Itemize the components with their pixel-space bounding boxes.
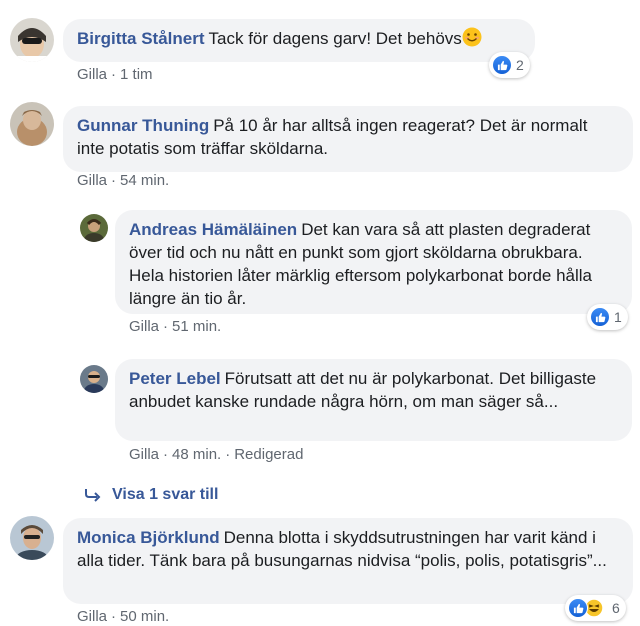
thumbs-up-icon — [590, 307, 610, 327]
like-link[interactable]: Gilla — [129, 318, 159, 335]
comment-bubble: Andreas Hämäläinen Det kan vara så att pl… — [115, 210, 632, 314]
timestamp[interactable]: 1 tim — [120, 66, 153, 83]
reaction-count: 6 — [612, 600, 620, 616]
view-more-replies[interactable]: Visa 1 svar till — [84, 486, 218, 504]
avatar[interactable] — [10, 102, 54, 146]
reply-arrow-icon — [85, 489, 101, 502]
reaction-summary[interactable]: 6 — [565, 595, 626, 621]
avatar[interactable] — [80, 214, 108, 242]
comment-actions: Gilla · 50 min. — [77, 608, 170, 625]
comment-author[interactable]: Monica Björklund — [77, 528, 220, 547]
reaction-summary[interactable]: 2 — [489, 52, 530, 78]
comment-bubble: Gunnar Thuning På 10 år har alltså ingen … — [63, 106, 633, 172]
timestamp[interactable]: 51 min. — [172, 318, 221, 335]
edited-label[interactable]: Redigerad — [234, 446, 303, 463]
comment-bubble: Monica Björklund Denna blotta i skyddsutr… — [63, 518, 633, 604]
reaction-count: 2 — [516, 57, 524, 73]
comment-actions: Gilla · 48 min. · Redigerad — [129, 446, 304, 463]
thumbs-up-icon — [568, 598, 588, 618]
comment-bubble: Peter Lebel Förutsatt att det nu är polyk… — [115, 359, 632, 441]
comment-author[interactable]: Birgitta Stålnert — [77, 29, 205, 48]
reaction-summary[interactable]: 1 — [587, 304, 628, 330]
comment-bubble: Birgitta Stålnert Tack för dagens garv! D… — [63, 19, 535, 62]
like-link[interactable]: Gilla — [77, 608, 107, 625]
comment-actions: Gilla · 1 tim — [77, 66, 153, 83]
timestamp[interactable]: 48 min. — [172, 446, 221, 463]
reaction-count: 1 — [614, 309, 622, 325]
like-link[interactable]: Gilla — [77, 66, 107, 83]
smiling-face-icon — [462, 27, 482, 47]
comment-author[interactable]: Peter Lebel — [129, 369, 221, 388]
avatar[interactable] — [10, 516, 54, 560]
avatar[interactable] — [80, 365, 108, 393]
comment-actions: Gilla · 51 min. — [129, 318, 222, 335]
thumbs-up-icon — [492, 55, 512, 75]
timestamp[interactable]: 54 min. — [120, 172, 169, 189]
comment-author[interactable]: Andreas Hämäläinen — [129, 220, 297, 239]
view-more-label[interactable]: Visa 1 svar till — [112, 486, 218, 504]
comment-author[interactable]: Gunnar Thuning — [77, 116, 209, 135]
timestamp[interactable]: 50 min. — [120, 608, 169, 625]
like-link[interactable]: Gilla — [129, 446, 159, 463]
comment-actions: Gilla · 54 min. — [77, 172, 170, 189]
like-link[interactable]: Gilla — [77, 172, 107, 189]
avatar[interactable] — [10, 18, 54, 62]
comment-text: Tack för dagens garv! Det behövs — [208, 29, 462, 48]
